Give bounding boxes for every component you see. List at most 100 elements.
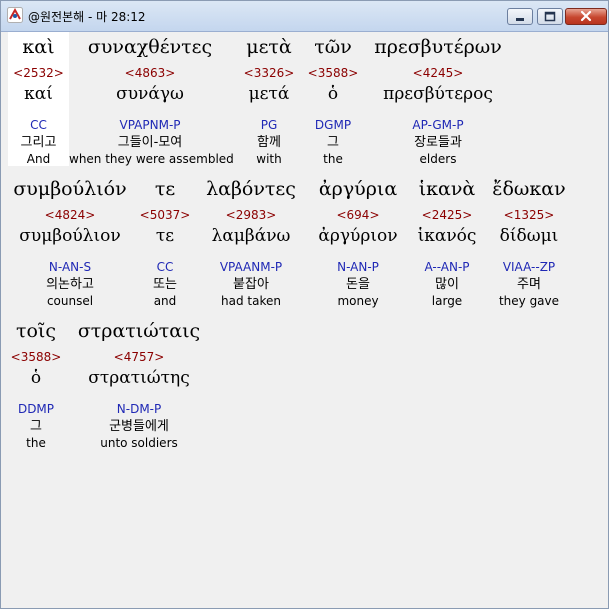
lemma: καί — [24, 84, 53, 104]
close-icon — [580, 10, 592, 22]
maximize-icon — [544, 11, 556, 22]
word-block[interactable]: τῶν <3588> ὁ DGMP 그 the — [303, 34, 363, 166]
minimize-icon — [516, 18, 524, 21]
korean-gloss: 주며 — [517, 277, 541, 292]
english-gloss: and — [153, 294, 177, 308]
word-block[interactable]: μετὰ <3326> μετά PG 함께 with — [235, 34, 303, 166]
close-button[interactable] — [565, 8, 607, 25]
word-block[interactable]: πρεσβυτέρων <4245> πρεσβύτερος AP-GM-P 장… — [365, 34, 511, 166]
parsing-code: DGMP — [314, 118, 352, 132]
english-gloss: elders — [419, 152, 457, 166]
strongs-number[interactable]: <1325> — [485, 208, 573, 222]
english-gloss: And — [26, 152, 51, 166]
strongs-number[interactable]: <4824> — [8, 208, 132, 222]
parsing-code: N-DM-P — [116, 402, 162, 416]
korean-gloss: 많이 — [435, 277, 459, 292]
lemma: ἱκανός — [417, 226, 477, 246]
minimize-button[interactable] — [507, 8, 533, 25]
english-gloss: they gave — [498, 294, 560, 308]
lemma: τε — [155, 226, 175, 246]
word-block[interactable]: ἱκανὰ <2425> ἱκανός A--AN-P 많이 large — [409, 176, 485, 308]
greek-word: συμβούλιόν — [13, 178, 127, 200]
app-window: @원전본해 - 마 28:12 καὶ <2532> καί CC 그리고 An… — [0, 0, 609, 609]
greek-word: τοῖς — [15, 320, 57, 342]
strongs-number[interactable]: <3588> — [8, 350, 64, 364]
word-block[interactable]: καὶ <2532> καί CC 그리고 And — [8, 34, 69, 166]
lemma: συνάγω — [116, 84, 184, 104]
greek-word: ἱκανὰ — [418, 178, 476, 200]
maximize-button[interactable] — [537, 8, 563, 25]
strongs-number[interactable]: <2532> — [8, 66, 69, 80]
greek-word: τῶν — [314, 36, 352, 58]
korean-gloss: 그 — [327, 135, 339, 150]
english-gloss: money — [337, 294, 379, 308]
parsing-code: A--AN-P — [424, 260, 470, 274]
word-block[interactable]: τε <5037> τε CC 또는 and — [135, 176, 195, 308]
korean-gloss: 함께 — [257, 135, 281, 150]
parsing-code: N-AN-S — [48, 260, 92, 274]
lemma: μετά — [248, 84, 290, 104]
strongs-number[interactable]: <694> — [309, 208, 407, 222]
strongs-number[interactable]: <2425> — [409, 208, 485, 222]
greek-word: ἀργύρια — [318, 178, 398, 200]
english-gloss: counsel — [46, 294, 94, 308]
parsing-code: VPAPNM-P — [119, 118, 181, 132]
korean-gloss: 그 — [30, 419, 42, 434]
word-block[interactable]: λαβόντες <2983> λαμβάνω VPAANM-P 붙잡아 had… — [197, 176, 305, 308]
greek-word: καὶ — [22, 36, 55, 58]
lemma: ὁ — [327, 84, 339, 104]
korean-gloss: 그들이-모여 — [117, 135, 183, 150]
strongs-number[interactable]: <2983> — [197, 208, 305, 222]
interlinear-panel: καὶ <2532> καί CC 그리고 And συναχθέντες <4… — [5, 32, 605, 605]
word-block[interactable]: συμβούλιόν <4824> συμβούλιον N-AN-S 의논하고… — [8, 176, 132, 308]
english-gloss: unto soldiers — [100, 436, 178, 450]
korean-gloss: 돈을 — [346, 277, 370, 292]
greek-word: ἔδωκαν — [492, 178, 566, 200]
lemma: δίδωμι — [499, 226, 559, 246]
english-gloss: the — [323, 152, 343, 166]
strongs-number[interactable]: <4245> — [365, 66, 511, 80]
lemma: στρατιώτης — [88, 368, 190, 388]
parsing-code: CC — [30, 118, 47, 132]
english-gloss: when they were assembled — [69, 152, 234, 166]
word-block[interactable]: τοῖς <3588> ὁ DDMP 그 the — [8, 318, 64, 450]
parsing-code: VPAANM-P — [219, 260, 283, 274]
english-gloss: with — [256, 152, 282, 166]
greek-word: στρατιώταις — [77, 320, 201, 342]
strongs-number[interactable]: <3326> — [235, 66, 303, 80]
korean-gloss: 또는 — [153, 277, 177, 292]
word-block[interactable]: συναχθέντες <4863> συνάγω VPAPNM-P 그들이-모… — [69, 34, 234, 166]
lemma: συμβούλιον — [19, 226, 121, 246]
parsing-code: N-AN-P — [337, 260, 379, 274]
parsing-code: AP-GM-P — [412, 118, 464, 132]
word-block[interactable]: ἀργύρια <694> ἀργύριον N-AN-P 돈을 money — [309, 176, 407, 308]
korean-gloss: 그리고 — [20, 135, 57, 150]
korean-gloss: 군병들에게 — [109, 419, 169, 434]
window-title: @원전본해 - 마 28:12 — [28, 10, 146, 24]
lemma: λαμβάνω — [211, 226, 291, 246]
app-logo-icon[interactable] — [7, 7, 23, 23]
greek-word: μετὰ — [246, 36, 292, 58]
korean-gloss: 장로들과 — [414, 135, 462, 150]
lemma: πρεσβύτερος — [383, 84, 493, 104]
greek-word: πρεσβυτέρων — [374, 36, 502, 58]
greek-word: λαβόντες — [206, 178, 296, 200]
strongs-number[interactable]: <4863> — [69, 66, 231, 80]
strongs-number[interactable]: <5037> — [135, 208, 195, 222]
english-gloss: large — [431, 294, 463, 308]
word-block[interactable]: ἔδωκαν <1325> δίδωμι VIAA--ZP 주며 they ga… — [485, 176, 573, 308]
english-gloss: the — [26, 436, 46, 450]
lemma: ὁ — [30, 368, 42, 388]
korean-gloss: 붙잡아 — [233, 277, 269, 292]
strongs-number[interactable]: <4757> — [69, 350, 209, 364]
english-gloss: had taken — [221, 294, 281, 308]
title-bar[interactable]: @원전본해 - 마 28:12 — [1, 1, 608, 32]
korean-gloss: 의논하고 — [46, 277, 94, 292]
strongs-number[interactable]: <3588> — [303, 66, 363, 80]
lemma: ἀργύριον — [318, 226, 398, 246]
greek-word: τε — [154, 178, 176, 200]
word-block[interactable]: στρατιώταις <4757> στρατιώτης N-DM-P 군병들… — [69, 318, 209, 450]
parsing-code: VIAA--ZP — [502, 260, 556, 274]
parsing-code: PG — [260, 118, 278, 132]
greek-word: συναχθέντες — [87, 36, 213, 58]
